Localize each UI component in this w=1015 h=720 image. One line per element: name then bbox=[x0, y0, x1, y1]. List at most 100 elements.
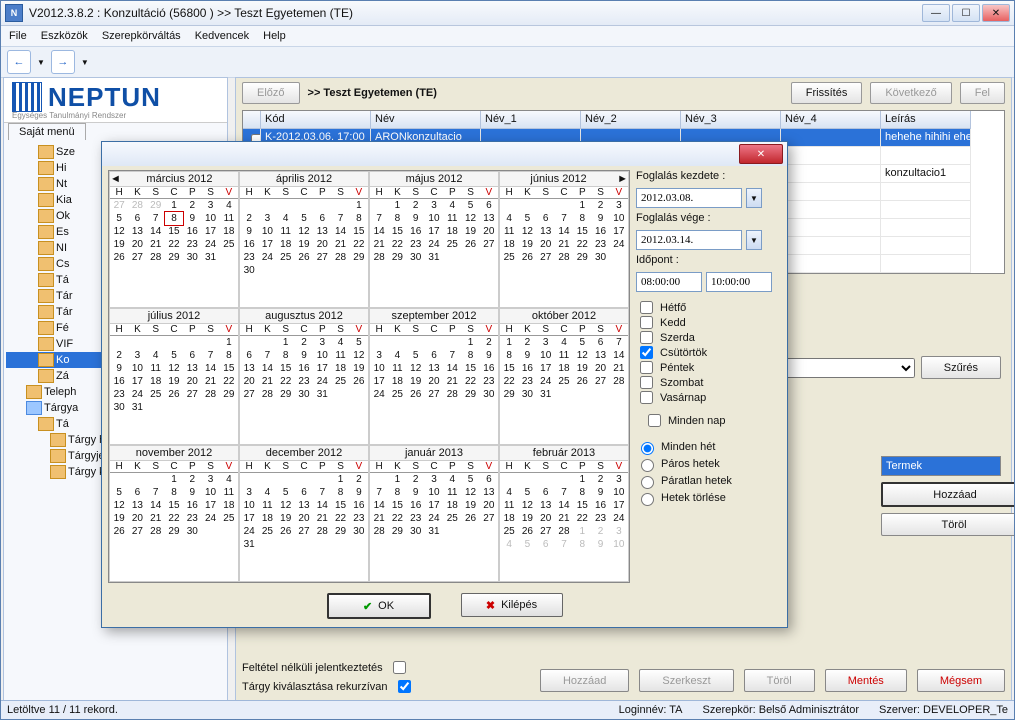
sajat-menu-tab[interactable]: Saját menü bbox=[8, 123, 86, 140]
titlebar: N V2012.3.8.2 : Konzultáció (56800 ) >> … bbox=[1, 1, 1014, 26]
logo-sub: Egységes Tanulmányi Rendszer bbox=[12, 112, 219, 120]
end-date-input[interactable] bbox=[636, 230, 742, 250]
folder-icon bbox=[26, 401, 42, 415]
time-to-input[interactable] bbox=[706, 272, 772, 292]
col-header[interactable] bbox=[243, 111, 261, 129]
folder-icon bbox=[38, 417, 54, 431]
töröl-button[interactable]: Töröl bbox=[744, 669, 815, 692]
logo-text: NEPTUN bbox=[48, 84, 161, 110]
week-radio-2[interactable] bbox=[641, 476, 654, 489]
col-header[interactable]: Név_2 bbox=[581, 111, 681, 129]
filter-button[interactable]: Szűrés bbox=[921, 356, 1001, 379]
menu-kedvencek[interactable]: Kedvencek bbox=[195, 30, 249, 42]
folder-icon bbox=[38, 193, 54, 207]
col-header[interactable]: Név_3 bbox=[681, 111, 781, 129]
day-label: Szerda bbox=[660, 332, 695, 344]
folder-icon bbox=[50, 449, 66, 463]
col-header[interactable]: Név bbox=[371, 111, 481, 129]
col-header[interactable]: Kód bbox=[261, 111, 371, 129]
dropdown-icon[interactable]: ▼ bbox=[746, 230, 762, 250]
start-date-input[interactable] bbox=[636, 188, 742, 208]
time-label: Időpont : bbox=[636, 254, 781, 266]
calendar-dialog: ✕ ◄március 2012HKSCPSV272829123456789101… bbox=[101, 141, 788, 628]
menu-help[interactable]: Help bbox=[263, 30, 286, 42]
day-label: Csütörtök bbox=[660, 347, 707, 359]
mégsem-button[interactable]: Mégsem bbox=[917, 669, 1005, 692]
status-role: Szerepkör: Belső Adminisztrátor bbox=[702, 704, 859, 716]
dropdown-icon[interactable]: ▼ bbox=[746, 188, 762, 208]
week-radio-0[interactable] bbox=[641, 442, 654, 455]
end-label: Foglalás vége : bbox=[636, 212, 781, 224]
up-button[interactable]: Fel bbox=[960, 82, 1005, 104]
folder-icon bbox=[50, 465, 66, 479]
folder-icon bbox=[50, 433, 66, 447]
folder-icon bbox=[38, 257, 54, 271]
folder-icon bbox=[38, 145, 54, 159]
close-button[interactable]: ✕ bbox=[982, 4, 1010, 22]
day-label: Péntek bbox=[660, 362, 694, 374]
menu-file[interactable]: File bbox=[9, 30, 27, 42]
week-radio-1[interactable] bbox=[641, 459, 654, 472]
status-login: Loginnév: TA bbox=[619, 704, 683, 716]
window-title: V2012.3.8.2 : Konzultáció (56800 ) >> Te… bbox=[29, 6, 922, 20]
week-radio-3[interactable] bbox=[641, 493, 654, 506]
folder-icon bbox=[38, 209, 54, 223]
day-check-5[interactable] bbox=[640, 376, 653, 389]
forward-button[interactable]: → bbox=[51, 50, 75, 74]
day-check-0[interactable] bbox=[640, 301, 653, 314]
status-server: Szerver: DEVELOPER_Te bbox=[879, 704, 1008, 716]
delete-button[interactable]: Töröl bbox=[881, 513, 1015, 536]
dialog-close-button[interactable]: ✕ bbox=[739, 144, 783, 164]
exit-button[interactable]: ✖ Kilépés bbox=[461, 593, 563, 617]
check1[interactable] bbox=[393, 661, 406, 674]
day-check-1[interactable] bbox=[640, 316, 653, 329]
day-label: Hétfő bbox=[660, 302, 686, 314]
prev-button[interactable]: Előző bbox=[242, 82, 300, 104]
ok-button[interactable]: ✔ OK bbox=[327, 593, 431, 619]
hozzáad-button[interactable]: Hozzáad bbox=[540, 669, 629, 692]
menu-eszközök[interactable]: Eszközök bbox=[41, 30, 88, 42]
everyday-check[interactable] bbox=[648, 414, 661, 427]
folder-icon bbox=[38, 321, 54, 335]
folder-icon bbox=[26, 385, 42, 399]
logo: NEPTUN Egységes Tanulmányi Rendszer bbox=[4, 78, 227, 123]
col-header[interactable]: Név_1 bbox=[481, 111, 581, 129]
calendar-grid[interactable]: ◄március 2012HKSCPSV27282912345678910111… bbox=[108, 170, 630, 583]
refresh-button[interactable]: Frissítés bbox=[791, 82, 863, 104]
folder-icon bbox=[38, 225, 54, 239]
menubar: File Eszközök Szerepkörváltás Kedvencek Help bbox=[1, 26, 1014, 47]
time-from-input[interactable] bbox=[636, 272, 702, 292]
toolbar: ←▼ →▼ bbox=[1, 47, 1014, 78]
panel-heading: >> Teszt Egyetemen (TE) bbox=[308, 87, 783, 99]
status-left: Letöltve 11 / 11 rekord. bbox=[7, 704, 118, 716]
check-icon: ✔ bbox=[363, 600, 372, 613]
folder-icon bbox=[38, 305, 54, 319]
side-header: Termek bbox=[881, 456, 1001, 476]
back-button[interactable]: ← bbox=[7, 50, 31, 74]
check1-label: Feltétel nélküli jelentkeztetés bbox=[242, 662, 383, 674]
day-label: Vasárnap bbox=[660, 392, 706, 404]
folder-icon bbox=[38, 353, 54, 367]
statusbar: Letöltve 11 / 11 rekord. Loginnév: TA Sz… bbox=[1, 700, 1014, 719]
maximize-button[interactable]: ☐ bbox=[952, 4, 980, 22]
col-header[interactable]: Név_4 bbox=[781, 111, 881, 129]
col-header[interactable]: Leírás bbox=[881, 111, 971, 129]
check2[interactable] bbox=[398, 680, 411, 693]
day-check-4[interactable] bbox=[640, 361, 653, 374]
menu-szerepkörváltás[interactable]: Szerepkörváltás bbox=[102, 30, 181, 42]
folder-icon bbox=[38, 241, 54, 255]
next-button[interactable]: Következő bbox=[870, 82, 951, 104]
day-check-6[interactable] bbox=[640, 391, 653, 404]
folder-icon bbox=[38, 177, 54, 191]
folder-icon bbox=[38, 273, 54, 287]
folder-icon bbox=[38, 161, 54, 175]
mentés-button[interactable]: Mentés bbox=[825, 669, 907, 692]
szerkeszt-button[interactable]: Szerkeszt bbox=[639, 669, 733, 692]
day-check-2[interactable] bbox=[640, 331, 653, 344]
check2-label: Tárgy kiválasztása rekurzívan bbox=[242, 681, 388, 693]
day-check-3[interactable] bbox=[640, 346, 653, 359]
everyday-label: Minden nap bbox=[668, 415, 726, 427]
minimize-button[interactable]: — bbox=[922, 4, 950, 22]
filter-select[interactable] bbox=[785, 358, 915, 378]
add-button[interactable]: Hozzáad bbox=[881, 482, 1015, 507]
